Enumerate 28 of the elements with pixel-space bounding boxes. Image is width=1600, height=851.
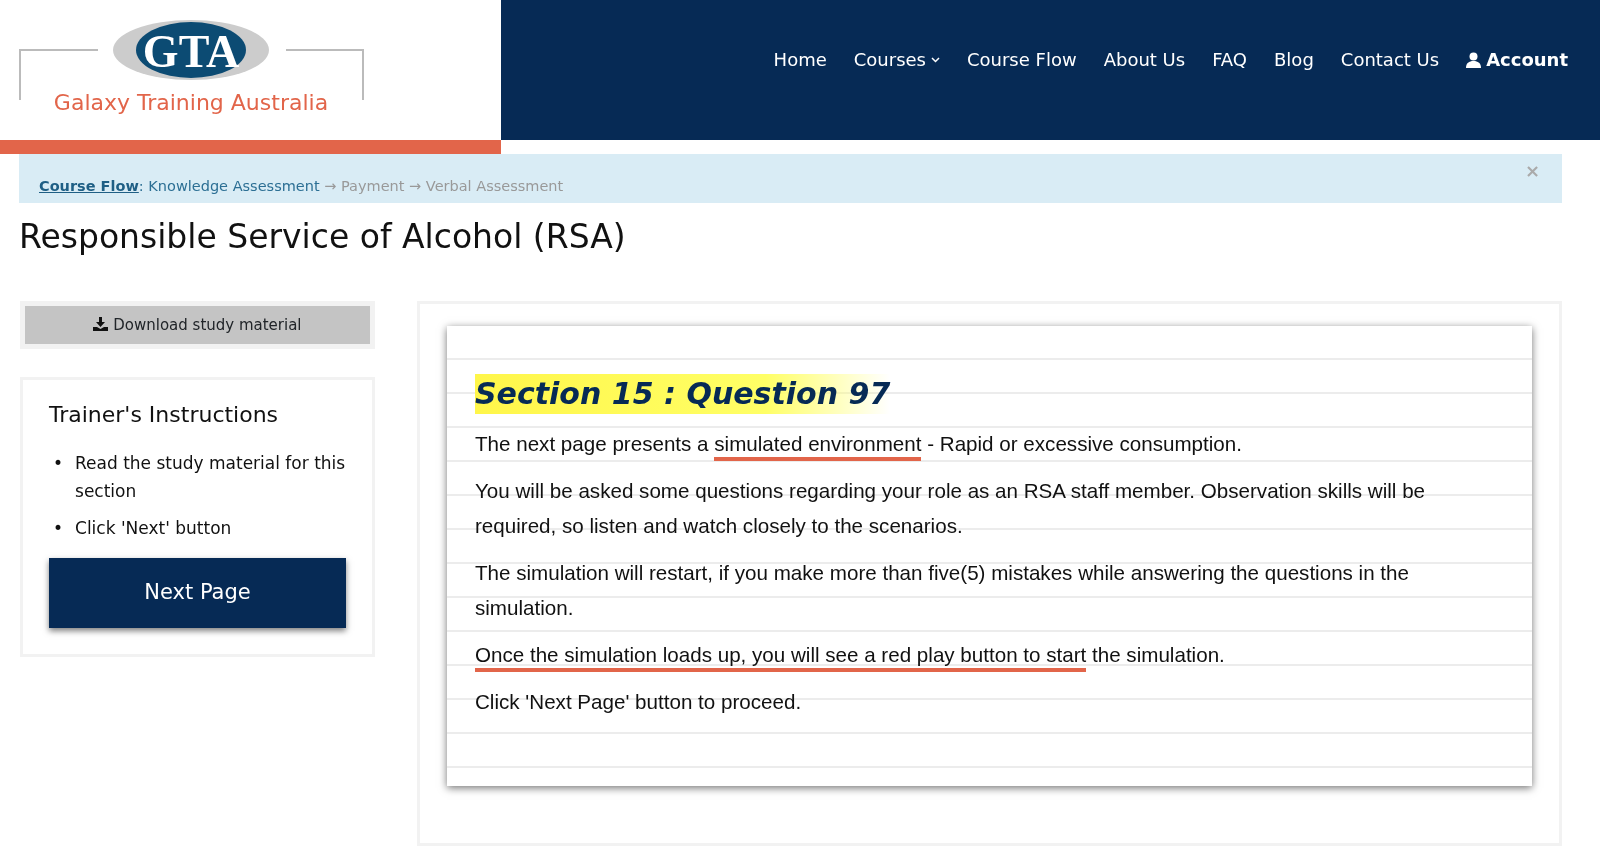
download-icon xyxy=(93,316,109,331)
nav-link[interactable]: About Us xyxy=(1103,46,1186,73)
logo: GTA Galaxy Training Australia xyxy=(18,20,368,120)
instruction-item: Read the study material for this section xyxy=(75,452,346,503)
section-heading: Section 15 : Question 97 xyxy=(475,373,891,414)
user-icon xyxy=(1466,51,1482,68)
paragraph: Once the simulation loads up, you will see a red play button to start the simulation. xyxy=(475,636,1504,672)
bullet: • xyxy=(53,516,64,540)
nav-link[interactable]: Courses xyxy=(853,46,940,73)
nav-link[interactable]: Blog xyxy=(1274,46,1314,73)
nav-link[interactable]: Home xyxy=(773,46,827,73)
instruction-item: Click 'Next' button xyxy=(75,516,232,540)
nav-link[interactable]: Contact Us xyxy=(1340,46,1440,73)
page-title: Responsible Service of Alcohol (RSA) xyxy=(19,217,627,257)
paragraph: The next page presents a simulated environment - Rapid or excessive consumption. xyxy=(475,425,1504,461)
paragraph: The simulation will restart, if you make more than five(5) mistakes while answering the questions in the simulation. xyxy=(475,559,1410,621)
caret-icon xyxy=(931,56,940,63)
next-page-button[interactable]: Next Page xyxy=(49,558,346,628)
download-button[interactable]: Download study material xyxy=(20,300,375,350)
nav-link[interactable]: Account xyxy=(1466,46,1568,73)
paragraph: You will be asked some questions regarding your role as an RSA staff member. Observation skills will be required, so listen and watch closely to the scenarios. xyxy=(475,477,1427,539)
nav-link[interactable]: FAQ xyxy=(1212,46,1247,73)
course-flow-link[interactable]: Course Flow xyxy=(39,178,139,194)
bullet: • xyxy=(53,452,64,476)
breadcrumb-text: Course Flow: Knowledge Assessment → Payment → Verbal Assessment xyxy=(39,178,564,194)
paragraph: Click 'Next Page' button to proceed. xyxy=(475,688,803,715)
nav-link[interactable]: Course Flow xyxy=(967,46,1077,73)
panel-title: Trainer's Instructions xyxy=(49,402,280,429)
